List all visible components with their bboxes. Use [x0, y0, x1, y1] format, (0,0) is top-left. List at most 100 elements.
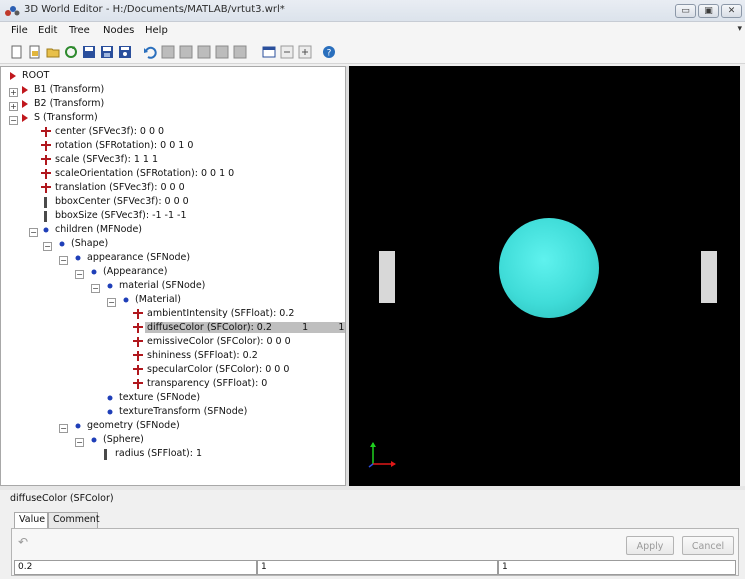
value-cell-r[interactable]: 0.2	[14, 560, 257, 575]
expand-icon[interactable]	[298, 45, 312, 59]
collapse-icon[interactable]: −	[75, 270, 84, 279]
tree-row-bbox-size[interactable]: bboxSize (SFVec3f): -1 -1 -1	[41, 209, 189, 223]
tree-row-shininess[interactable]: shininess (SFFloat): 0.2	[133, 349, 260, 363]
minimize-button[interactable]: ▭	[675, 4, 696, 18]
apply-button[interactable]: Apply	[626, 536, 674, 555]
tree-row-appearance[interactable]: appearance (SFNode)	[73, 251, 192, 265]
field-name-label: diffuseColor (SFColor)	[10, 493, 114, 504]
axes-icon	[368, 442, 396, 468]
maximize-button[interactable]: ▣	[698, 4, 719, 18]
tree-label: radius (SFFloat): 1	[115, 448, 203, 459]
value-cell-g[interactable]: 1	[257, 560, 498, 575]
tree-row-root[interactable]: ROOT	[9, 69, 51, 83]
tab-comment[interactable]: Comment	[48, 512, 100, 528]
tree-row-scale[interactable]: scale (SFVec3f): 1 1 1	[41, 153, 160, 167]
tree-row-b2[interactable]: B2 (Transform)	[21, 97, 106, 111]
open-folder-icon[interactable]	[46, 45, 60, 59]
field-cross-icon	[133, 323, 143, 333]
reload-icon[interactable]	[64, 45, 78, 59]
tree-row-ambient-intensity[interactable]: ambientIntensity (SFFloat): 0.2	[133, 307, 296, 321]
tree-row-center[interactable]: center (SFVec3f): 0 0 0	[41, 125, 166, 139]
field-cross-icon	[133, 365, 143, 375]
tree-label: children (MFNode)	[55, 224, 143, 235]
tree-row-b1[interactable]: B1 (Transform)	[21, 83, 106, 97]
menu-nodes[interactable]: Nodes	[103, 25, 134, 36]
collapse-icon[interactable]	[280, 45, 294, 59]
tree-row-bbox-center[interactable]: bboxCenter (SFVec3f): 0 0 0	[41, 195, 191, 209]
tab-value[interactable]: Value	[14, 512, 48, 528]
cancel-button[interactable]: Cancel	[682, 536, 734, 555]
tree-label: (Appearance)	[103, 266, 168, 277]
tree-label: material (SFNode)	[119, 280, 206, 291]
help-icon[interactable]: ?	[322, 45, 336, 59]
menu-tree[interactable]: Tree	[69, 25, 90, 36]
blue-dot-icon	[59, 241, 65, 247]
node-icon-2[interactable]	[179, 45, 193, 59]
menu-pin-icon[interactable]: ▾	[737, 24, 742, 34]
collapse-icon[interactable]: −	[91, 284, 100, 293]
tree-row-geometry[interactable]: geometry (SFNode)	[73, 419, 182, 433]
node-icon-5[interactable]	[233, 45, 247, 59]
tree-row-texture[interactable]: texture (SFNode)	[105, 391, 202, 405]
tree-label: translation (SFVec3f): 0 0 0	[55, 182, 185, 193]
view-icon[interactable]	[262, 45, 276, 59]
expand-icon[interactable]: +	[9, 102, 18, 111]
tree-row-children[interactable]: children (MFNode)	[41, 223, 144, 237]
horizontal-splitter[interactable]	[0, 486, 745, 490]
tree-row-emissive-color[interactable]: emissiveColor (SFColor): 0 0 0	[133, 335, 293, 349]
tree-row-transparency[interactable]: transparency (SFFloat): 0	[133, 377, 269, 391]
tree-label: scaleOrientation (SFRotation): 0 0 1 0	[55, 168, 235, 179]
tree-label: diffuseColor (SFColor): 0.2 1 1	[145, 322, 345, 333]
menu-help[interactable]: Help	[145, 25, 168, 36]
tree-row-diffuse-color[interactable]: diffuseColor (SFColor): 0.2 1 1	[133, 321, 345, 335]
scene-tree[interactable]: ROOT + B1 (Transform) + B2 (Transform) −…	[0, 66, 346, 486]
collapse-icon[interactable]: −	[9, 116, 18, 125]
field-cross-icon	[41, 183, 51, 193]
expand-icon[interactable]: +	[9, 88, 18, 97]
tree-row-material-node[interactable]: (Material)	[121, 293, 183, 307]
node-icon-3[interactable]	[197, 45, 211, 59]
3d-viewport[interactable]	[349, 66, 740, 486]
save-as-icon[interactable]	[100, 45, 114, 59]
tree-row-rotation[interactable]: rotation (SFRotation): 0 0 1 0	[41, 139, 195, 153]
collapse-icon[interactable]: −	[107, 298, 116, 307]
tree-row-sphere[interactable]: (Sphere)	[89, 433, 146, 447]
save-copy-icon[interactable]	[118, 45, 132, 59]
open-icon[interactable]	[28, 45, 42, 59]
new-icon[interactable]	[10, 45, 24, 59]
tree-row-material[interactable]: material (SFNode)	[105, 279, 207, 293]
collapse-icon[interactable]: −	[75, 438, 84, 447]
tree-label: (Shape)	[71, 238, 109, 249]
tree-row-scale-orientation[interactable]: scaleOrientation (SFRotation): 0 0 1 0	[41, 167, 236, 181]
close-button[interactable]: ✕	[721, 4, 742, 18]
tree-label: appearance (SFNode)	[87, 252, 191, 263]
menu-file[interactable]: File	[11, 25, 28, 36]
field-cross-icon	[41, 169, 51, 179]
collapse-icon[interactable]: −	[59, 256, 68, 265]
node-icon-1[interactable]	[161, 45, 175, 59]
menu-edit[interactable]: Edit	[38, 25, 57, 36]
value-cell-b[interactable]: 1	[498, 560, 736, 575]
node-icon-4[interactable]	[215, 45, 229, 59]
tree-label: B2 (Transform)	[34, 98, 105, 109]
undo-icon[interactable]: ↶	[18, 535, 28, 549]
undo-icon[interactable]	[143, 45, 157, 59]
tree-row-translation[interactable]: translation (SFVec3f): 0 0 0	[41, 181, 187, 195]
tree-row-radius[interactable]: radius (SFFloat): 1	[101, 447, 204, 461]
tree-label: textureTransform (SFNode)	[119, 406, 248, 417]
right-box	[701, 251, 717, 303]
collapse-icon[interactable]: −	[59, 424, 68, 433]
tree-row-appearance-node[interactable]: (Appearance)	[89, 265, 169, 279]
menu-bar: File Edit Tree Nodes Help ▾	[0, 22, 745, 41]
tree-row-s-transform[interactable]: S (Transform)	[21, 111, 100, 125]
save-icon[interactable]	[82, 45, 96, 59]
tree-row-shape[interactable]: (Shape)	[57, 237, 110, 251]
tree-row-specular-color[interactable]: specularColor (SFColor): 0 0 0	[133, 363, 291, 377]
collapse-icon[interactable]: −	[43, 242, 52, 251]
tree-row-texture-transform[interactable]: textureTransform (SFNode)	[105, 405, 249, 419]
svg-text:?: ?	[327, 49, 332, 59]
red-arrow-icon	[22, 100, 28, 108]
tree-label: B1 (Transform)	[34, 84, 105, 95]
collapse-icon[interactable]: −	[29, 228, 38, 237]
toolbar: ?	[0, 41, 745, 64]
